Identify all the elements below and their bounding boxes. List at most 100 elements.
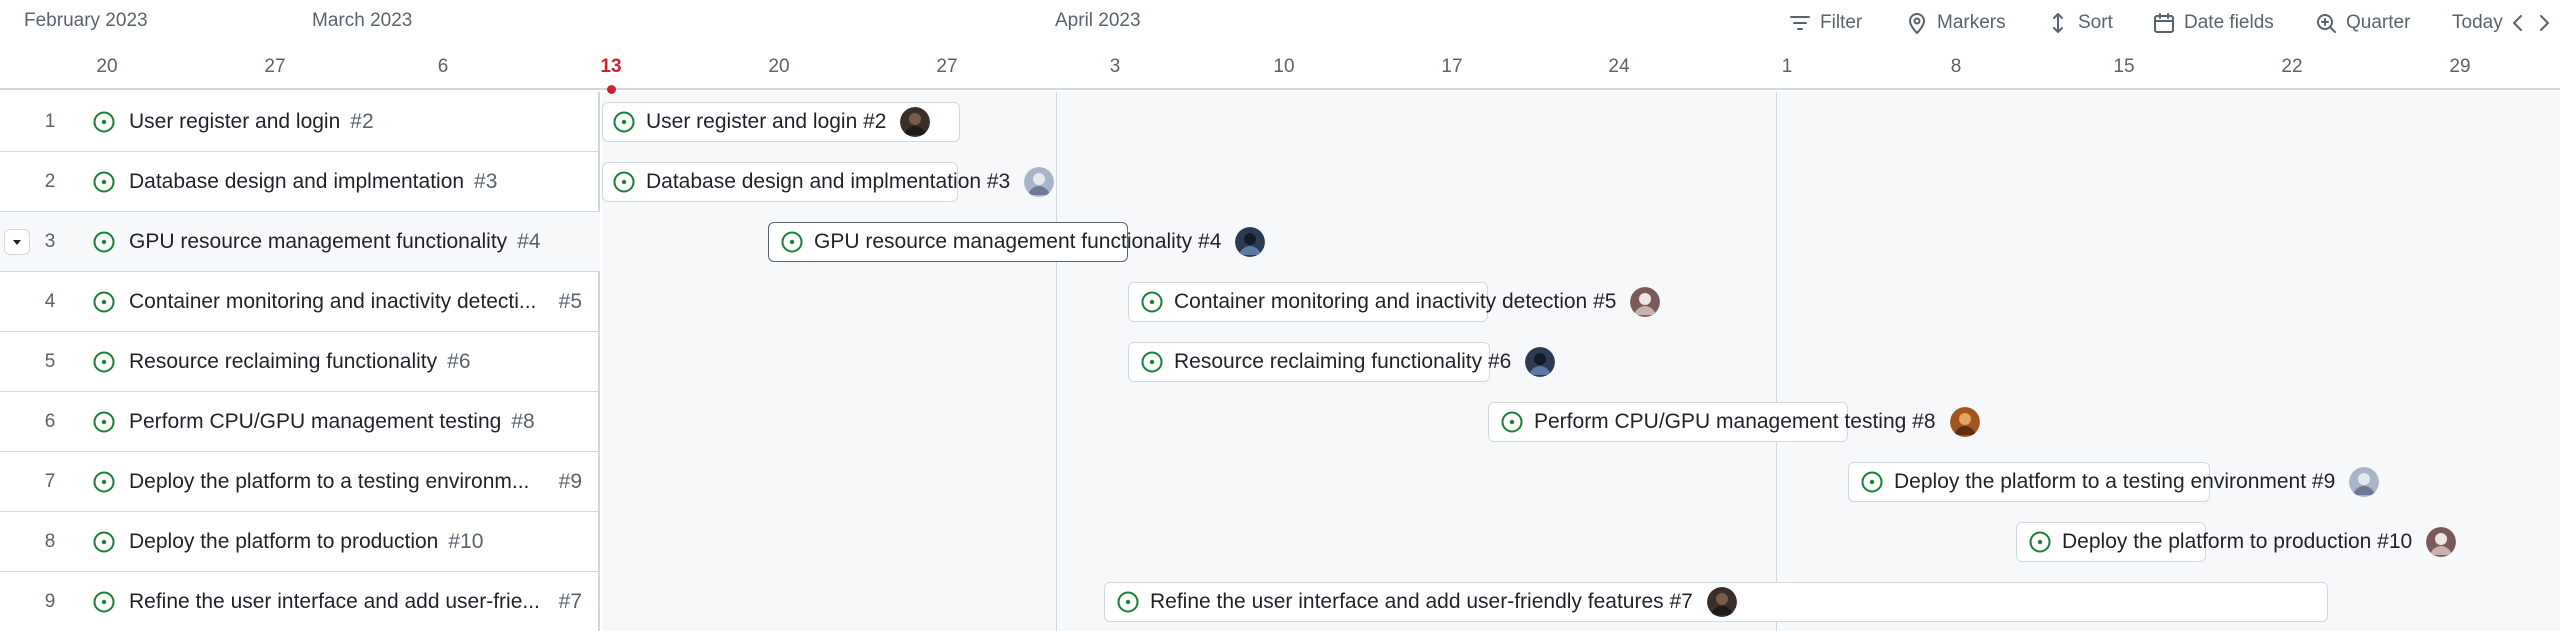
- row-number: 2: [44, 170, 56, 192]
- month-divider: [1776, 92, 1777, 631]
- day-label: 6: [437, 56, 449, 77]
- sort-label: Sort: [2078, 12, 2113, 33]
- day-header: 20 27 6 13 20 27 3 10 17 24 1 8 15 22 29: [0, 46, 2560, 90]
- issue-opened-icon: [1141, 351, 1163, 373]
- table-row[interactable]: 9 Refine the user interface and add user…: [0, 572, 600, 631]
- today-button[interactable]: Today: [2452, 8, 2503, 38]
- day-label: 3: [1109, 56, 1121, 77]
- day-label: 27: [936, 56, 958, 77]
- bar-title: Perform CPU/GPU management testing #8: [1534, 410, 1936, 433]
- table-row-selected[interactable]: 3 GPU resource management functionality #…: [0, 212, 600, 272]
- timeline-bar-label[interactable]: Database design and implmentation #3: [612, 162, 1055, 202]
- map-pin-icon: [1909, 13, 1925, 34]
- row-title-text: Deploy the platform to production: [129, 529, 439, 553]
- table-row[interactable]: 7 Deploy the platform to a testing envir…: [0, 452, 600, 512]
- timeline-grid[interactable]: User register and login #2 Database desi…: [602, 92, 2560, 631]
- row-menu-button[interactable]: [4, 228, 30, 255]
- row-title[interactable]: Deploy the platform to production #10: [129, 530, 483, 554]
- day-label: 29: [2449, 56, 2471, 77]
- issue-opened-icon: [1861, 471, 1883, 493]
- month-label: February 2023: [24, 10, 148, 31]
- today-marker: [607, 85, 616, 94]
- previous-button[interactable]: [2506, 8, 2530, 38]
- next-button[interactable]: [2532, 8, 2556, 38]
- row-title[interactable]: Deploy the platform to a testing environ…: [129, 470, 529, 494]
- issue-opened-icon: [93, 531, 115, 552]
- avatar[interactable]: [1525, 347, 1556, 377]
- avatar[interactable]: [2349, 467, 2380, 497]
- avatar[interactable]: [1706, 587, 1737, 617]
- table-row[interactable]: 8 Deploy the platform to production #10: [0, 512, 600, 572]
- bar-title: Container monitoring and inactivity dete…: [1174, 290, 1617, 313]
- issue-opened-icon: [781, 231, 803, 253]
- issue-number: #9: [558, 469, 582, 493]
- avatar[interactable]: [900, 107, 931, 137]
- day-label: 24: [1608, 56, 1630, 77]
- timeline-bar-label[interactable]: GPU resource management functionality #4: [780, 222, 1266, 262]
- items-table: 1 User register and login #2 2 Database d…: [0, 92, 600, 631]
- row-title[interactable]: Database design and implmentation #3: [129, 170, 497, 194]
- issue-number: #4: [517, 229, 541, 253]
- timeline-bar-label[interactable]: Deploy the platform to production #10: [2028, 522, 2457, 562]
- issue-opened-icon: [93, 471, 115, 492]
- date-fields-label: Date fields: [2184, 12, 2274, 33]
- row-number: 3: [44, 230, 56, 252]
- date-fields-button[interactable]: Date fields: [2152, 8, 2274, 38]
- markers-button[interactable]: Markers: [1905, 8, 2006, 38]
- avatar[interactable]: [1630, 287, 1661, 317]
- month-label: March 2023: [312, 10, 413, 31]
- issue-number: #5: [558, 289, 582, 313]
- month-divider: [1056, 92, 1057, 631]
- avatar[interactable]: [1949, 407, 1980, 437]
- bar-title: Resource reclaiming functionality #6: [1174, 350, 1512, 373]
- timeline-bar-label[interactable]: Resource reclaiming functionality #6: [1140, 342, 1556, 382]
- timeline-bar-label[interactable]: User register and login #2: [612, 102, 931, 142]
- filter-button[interactable]: Filter: [1788, 8, 1862, 38]
- issue-opened-icon: [1501, 411, 1523, 433]
- avatar[interactable]: [2426, 527, 2457, 557]
- row-title[interactable]: Refine the user interface and add user-f…: [129, 590, 540, 614]
- day-label: 17: [1441, 56, 1463, 77]
- issue-opened-icon: [1141, 291, 1163, 313]
- triangle-down-icon: [13, 239, 21, 245]
- issue-number: #7: [558, 589, 582, 613]
- issue-opened-icon: [613, 171, 635, 193]
- table-row[interactable]: 4 Container monitoring and inactivity de…: [0, 272, 600, 332]
- issue-opened-icon: [93, 591, 115, 612]
- table-row[interactable]: 5 Resource reclaiming functionality #6: [0, 332, 600, 392]
- day-label: 20: [768, 56, 790, 77]
- calendar-icon: [2154, 13, 2174, 33]
- timeline-bar-label[interactable]: Container monitoring and inactivity dete…: [1140, 282, 1661, 322]
- row-title-text: Database design and implmentation: [129, 169, 465, 193]
- row-title[interactable]: GPU resource management functionality #4: [129, 230, 541, 254]
- bar-title: Deploy the platform to a testing environ…: [1894, 470, 2336, 493]
- day-label: 8: [1950, 56, 1962, 77]
- chevron-right-icon: [2540, 15, 2549, 31]
- bar-title: Refine the user interface and add user-f…: [1150, 590, 1693, 613]
- timeline-bar-label[interactable]: Perform CPU/GPU management testing #8: [1500, 402, 1980, 442]
- zoom-button[interactable]: Quarter: [2314, 8, 2410, 38]
- day-label: 1: [1781, 56, 1793, 77]
- sort-button[interactable]: Sort: [2046, 8, 2113, 38]
- row-number: 8: [44, 530, 56, 552]
- day-label: 27: [264, 56, 286, 77]
- table-row[interactable]: 2 Database design and implmentation #3: [0, 152, 600, 212]
- row-title[interactable]: Resource reclaiming functionality #6: [129, 350, 471, 374]
- roadmap-view: February 2023 March 2023 April 2023 Filt…: [0, 0, 2560, 631]
- row-title[interactable]: Container monitoring and inactivity dete…: [129, 290, 536, 314]
- issue-opened-icon: [613, 111, 635, 133]
- row-title[interactable]: Perform CPU/GPU management testing #8: [129, 410, 535, 434]
- timeline-bar-label[interactable]: Refine the user interface and add user-f…: [1116, 582, 1737, 622]
- table-row[interactable]: 6 Perform CPU/GPU management testing #8: [0, 392, 600, 452]
- row-title[interactable]: User register and login #2: [129, 110, 374, 134]
- issue-opened-icon: [93, 411, 115, 432]
- avatar[interactable]: [1024, 167, 1055, 197]
- table-row[interactable]: 1 User register and login #2: [0, 92, 600, 152]
- issue-number: #3: [474, 169, 498, 193]
- timeline-bar-label[interactable]: Deploy the platform to a testing environ…: [1860, 462, 2380, 502]
- filter-icon: [1790, 16, 1810, 30]
- sort-icon: [2053, 13, 2063, 33]
- avatar[interactable]: [1235, 227, 1266, 257]
- issue-number: #10: [448, 529, 484, 553]
- issue-opened-icon: [1117, 591, 1139, 613]
